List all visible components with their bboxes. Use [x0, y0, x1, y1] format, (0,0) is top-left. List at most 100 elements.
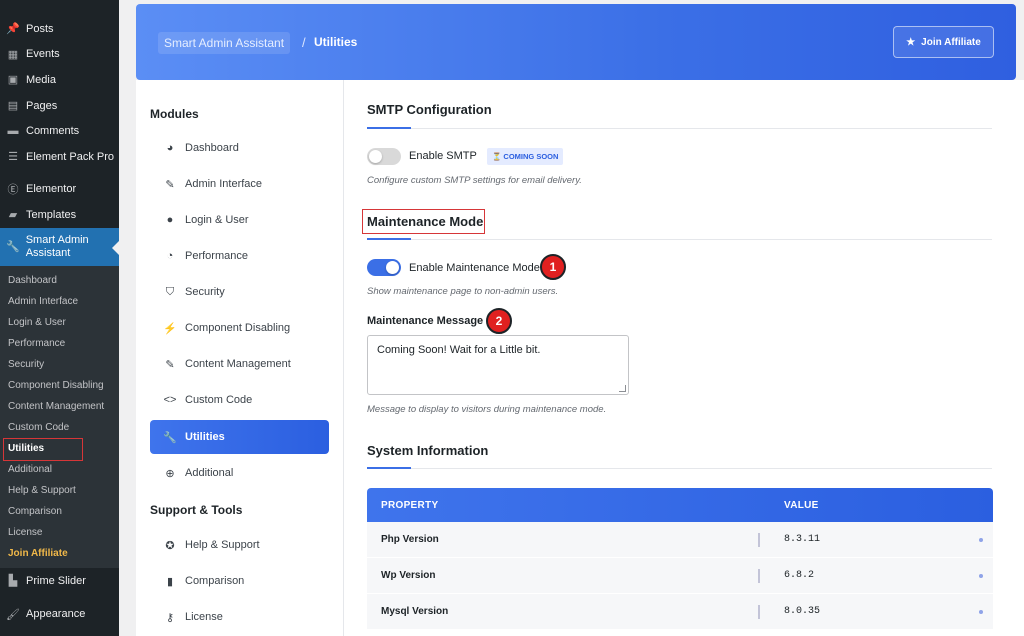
wp-submenu-item-utilities[interactable]: Utilities [0, 437, 119, 461]
plus-circle-icon: ⊕ [165, 467, 175, 480]
pin-icon: 📌 [6, 23, 20, 36]
system-info-table: PROPERTY VALUE Php Version 8.3.11 Wp Ver… [367, 488, 993, 630]
wp-submenu-item[interactable]: Dashboard [0, 270, 119, 291]
element-pack-icon: ☰ [8, 151, 18, 164]
wp-submenu-item[interactable]: Content Management [0, 396, 119, 417]
table-header: PROPERTY VALUE [367, 488, 993, 522]
module-content-management[interactable]: ✎ Content Management [150, 347, 329, 381]
breadcrumb-separator: / [302, 35, 306, 50]
module-custom-code[interactable]: <> Custom Code [150, 383, 329, 417]
prime-slider-icon: ▙ [8, 575, 18, 588]
modules-heading: Modules [150, 107, 199, 121]
row-divider [758, 605, 760, 619]
callout-badge-1: 1 [540, 254, 566, 280]
row-divider [758, 569, 760, 583]
wp-menu-element-pack-pro[interactable]: ☰ Element Pack Pro [0, 144, 119, 170]
wp-menu-appearance[interactable]: 🖌 Appearance [0, 601, 119, 627]
module-admin-interface[interactable]: ✎ Admin Interface [150, 167, 329, 201]
module-security[interactable]: ⛉ Security [150, 275, 329, 309]
support-help[interactable]: ✪ Help & Support [150, 528, 329, 562]
pin-icon: ✎ [165, 358, 175, 371]
module-utilities[interactable]: 🔧 Utilities [150, 420, 329, 454]
join-affiliate-button[interactable]: ★ Join Affiliate [893, 26, 994, 58]
value-cell: 8.3.11 [784, 534, 821, 545]
property-cell: Php Version [381, 534, 439, 545]
wp-admin-sidebar: 📌 Posts ▦ Events ▣ Media ▤ Pages ▬ Comments ☰… [0, 0, 119, 636]
join-affiliate-label: Join Affiliate [921, 36, 981, 48]
maintenance-message-value: Coming Soon! Wait for a Little bit. [377, 344, 541, 356]
row-dot-icon [979, 574, 983, 578]
wp-submenu-item[interactable]: Additional [0, 459, 119, 480]
module-additional[interactable]: ⊕ Additional [150, 456, 329, 490]
wp-submenu-item[interactable]: Help & Support [0, 480, 119, 501]
support-comparison[interactable]: ▮ Comparison [150, 564, 329, 598]
callout-badge-2: 2 [486, 308, 512, 334]
breadcrumb-root[interactable]: Smart Admin Assistant [158, 32, 291, 54]
column-header-property: PROPERTY [381, 499, 439, 511]
support-heading: Support & Tools [150, 503, 243, 517]
wp-menu-prime-slider[interactable]: ▙ Prime Slider [0, 568, 119, 594]
wp-menu-events[interactable]: ▦ Events [0, 42, 119, 68]
wp-menu-templates[interactable]: ▰ Templates [0, 202, 119, 228]
code-icon: <> [163, 394, 177, 406]
wp-menu-media[interactable]: ▣ Media [0, 67, 119, 93]
wp-submenu: Dashboard Admin Interface Login & User P… [0, 265, 119, 568]
calendar-icon: ▦ [7, 48, 19, 61]
settings-content: SMTP Configuration Enable SMTP ⏳ COMING … [344, 80, 1024, 636]
wp-submenu-item[interactable]: Admin Interface [0, 291, 119, 312]
wp-menu-pages[interactable]: ▤ Pages [0, 93, 119, 119]
row-divider [758, 533, 760, 547]
smtp-toggle[interactable] [367, 148, 401, 165]
star-icon: ★ [906, 36, 916, 48]
coming-soon-badge: ⏳ COMING SOON [487, 148, 564, 165]
maintenance-toggle-label: Enable Maintenance Mode [409, 262, 540, 274]
resize-handle-icon[interactable] [619, 385, 626, 392]
media-icon: ▣ [7, 74, 19, 87]
table-row: Wp Version 6.8.2 [367, 558, 993, 594]
wp-submenu-item[interactable]: Component Disabling [0, 375, 119, 396]
module-performance[interactable]: ◔ Performance [150, 239, 329, 273]
wp-menu-elementor[interactable]: Ⓔ Elementor [0, 177, 119, 203]
system-info-divider [367, 467, 992, 469]
wp-submenu-item[interactable]: Performance [0, 333, 119, 354]
wp-menu-comments[interactable]: ▬ Comments [0, 118, 119, 144]
shield-icon: ⛉ [165, 285, 175, 298]
maintenance-message-textarea[interactable]: Coming Soon! Wait for a Little bit. [367, 335, 629, 395]
module-component-disabling[interactable]: ⚡ Component Disabling [150, 311, 329, 345]
wp-submenu-item[interactable]: Security [0, 354, 119, 375]
elementor-icon: Ⓔ [7, 184, 19, 197]
module-dashboard[interactable]: ◕ Dashboard [150, 131, 329, 165]
wp-submenu-item[interactable]: Login & User [0, 312, 119, 333]
modules-panel: Modules ◕ Dashboard ✎ Admin Interface ● Log… [136, 80, 344, 636]
maintenance-toggle[interactable] [367, 259, 401, 276]
user-icon: ● [166, 214, 174, 226]
wp-menu-posts[interactable]: 📌 Posts [0, 16, 119, 42]
module-login-user[interactable]: ● Login & User [150, 203, 329, 237]
folder-icon: ▰ [8, 209, 18, 222]
page-icon: ▤ [7, 100, 19, 113]
smtp-divider [367, 127, 992, 129]
lifebuoy-icon: ✪ [165, 539, 175, 552]
pin-icon: ✎ [165, 178, 175, 191]
maintenance-message-label: Maintenance Message [367, 315, 484, 327]
table-row: Mysql Version 8.0.35 [367, 594, 993, 630]
wp-submenu-item[interactable]: Comparison [0, 501, 119, 522]
table-row: Php Version 8.3.11 [367, 522, 993, 558]
property-cell: Mysql Version [381, 606, 449, 617]
smtp-toggle-label: Enable SMTP [409, 150, 477, 162]
column-header-value: VALUE [784, 499, 819, 511]
value-cell: 8.0.35 [784, 606, 821, 617]
value-cell: 6.8.2 [784, 570, 815, 581]
row-dot-icon [979, 538, 983, 542]
wp-submenu-item[interactable]: Custom Code [0, 417, 119, 438]
smtp-title: SMTP Configuration [367, 102, 492, 117]
wp-menu-smart-admin-assistant[interactable]: 🔧 Smart Admin Assistant [0, 227, 119, 266]
property-cell: Wp Version [381, 570, 436, 581]
dashboard-icon: ◕ [166, 142, 174, 154]
wp-submenu-item-join-affiliate[interactable]: Join Affiliate [0, 543, 119, 564]
plug-icon: ⚡ [163, 322, 177, 335]
wrench-icon: 🔧 [6, 241, 20, 254]
wp-submenu-item[interactable]: License [0, 522, 119, 543]
support-license[interactable]: ⚷ License [150, 600, 329, 634]
row-dot-icon [979, 610, 983, 614]
